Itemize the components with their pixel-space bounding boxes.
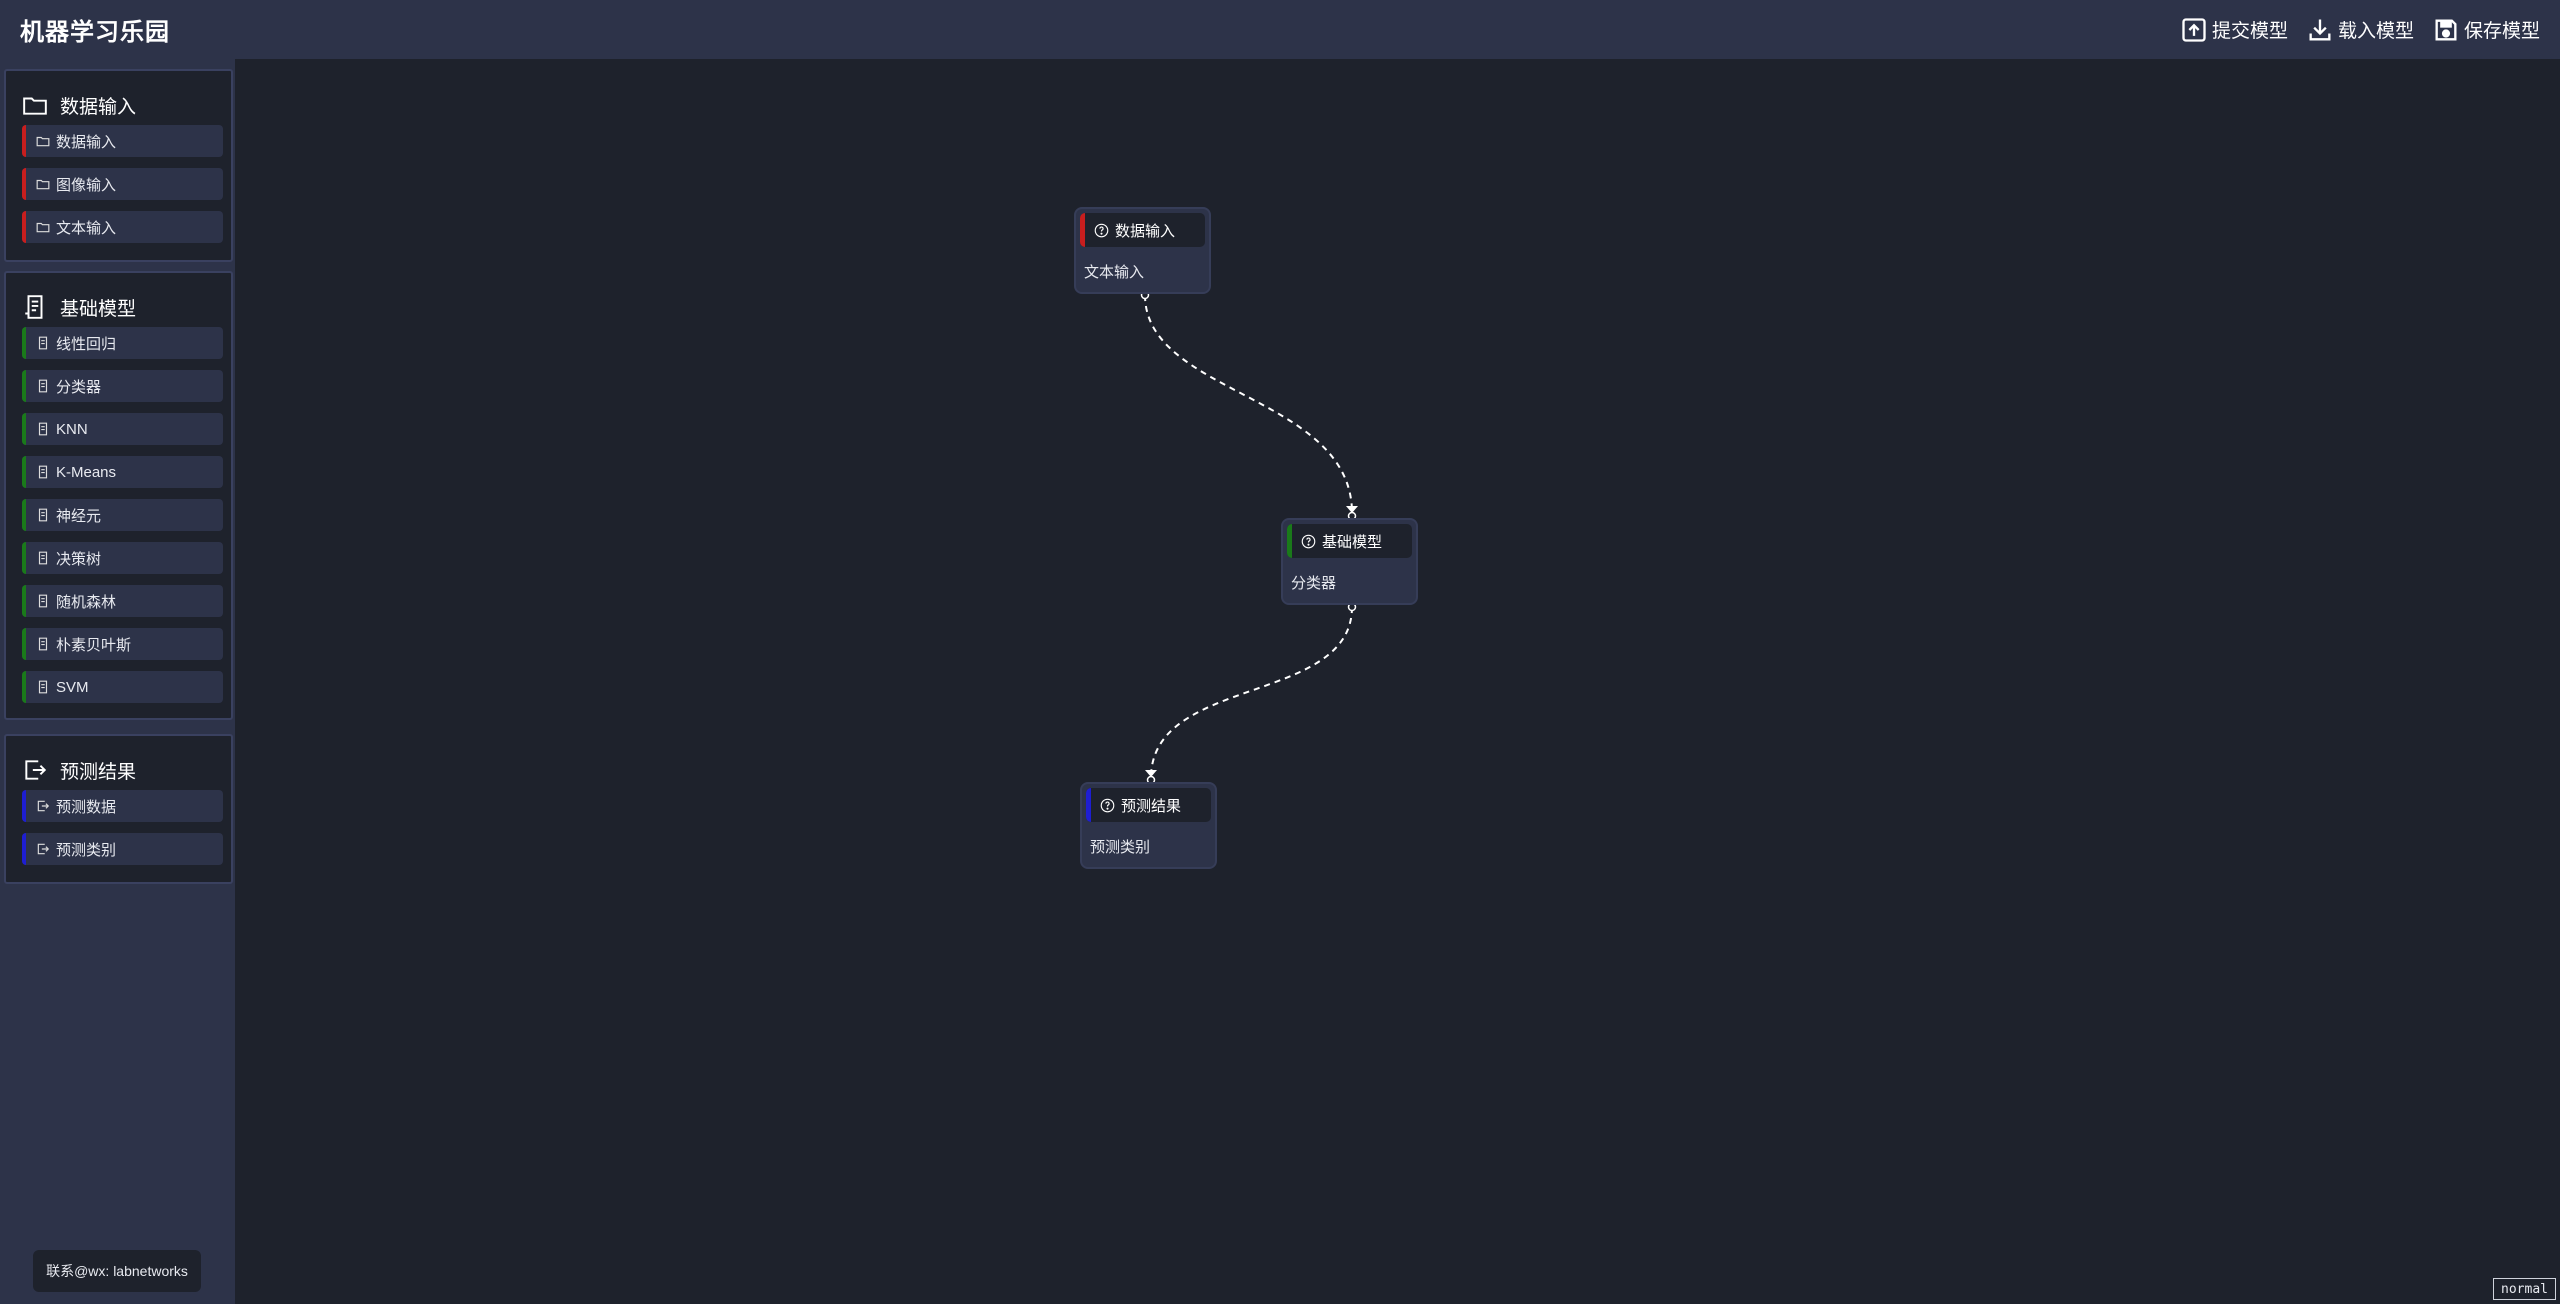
document-icon — [38, 594, 48, 608]
node-label: 分类器 — [1291, 575, 1337, 592]
sidebar-item-label: 神经元 — [56, 507, 102, 525]
sidebar-item-random-forest[interactable]: 随机森林 — [22, 585, 223, 617]
document-icon — [38, 465, 48, 479]
group-basic-models: 基础模型 线性回归 分类器 KNN K-Means 神经元 决策树 随机森林 朴… — [4, 271, 233, 720]
node-label: 预测类别 — [1090, 839, 1151, 856]
export-icon — [37, 800, 50, 812]
flow-node-text-input[interactable]: 数据输入 文本输入 — [1074, 207, 1211, 294]
document-icon — [38, 508, 48, 522]
app-header: 机器学习乐园 提交模型 载入模型 保存模型 — [0, 0, 2560, 59]
document-icon — [38, 637, 48, 651]
sidebar-item-label: 分类器 — [56, 378, 102, 396]
folder-icon — [36, 222, 50, 233]
sidebar-item-classifier[interactable]: 分类器 — [22, 370, 223, 402]
node-label: 文本输入 — [1084, 264, 1145, 281]
save-icon — [2435, 19, 2457, 40]
app-title: 机器学习乐园 — [20, 19, 170, 46]
folder-icon — [36, 179, 50, 190]
help-icon — [1100, 798, 1115, 812]
document-icon — [38, 680, 48, 694]
node-header[interactable]: 基础模型 — [1287, 524, 1412, 558]
sidebar-item-label: 数据输入 — [56, 133, 117, 151]
group-title-data-input: 数据输入 — [60, 96, 137, 118]
group-header-prediction-results: 预测结果 — [6, 750, 231, 790]
sidebar-item-naive-bayes[interactable]: 朴素贝叶斯 — [22, 628, 223, 660]
folder-icon — [23, 97, 47, 115]
sidebar-item-label: 线性回归 — [56, 335, 117, 353]
export-icon — [37, 843, 50, 855]
document-icon — [38, 379, 48, 393]
download-icon — [2309, 19, 2331, 40]
sidebar-item-kmeans[interactable]: K-Means — [22, 456, 223, 488]
export-icon — [25, 760, 47, 780]
save-model-label: 保存模型 — [2463, 21, 2540, 42]
load-model-label: 载入模型 — [2337, 21, 2414, 42]
sidebar-item-label: 预测数据 — [56, 798, 117, 816]
document-icon — [38, 336, 48, 350]
sidebar-item-label: 图像输入 — [56, 176, 117, 194]
load-model-button[interactable]: 载入模型 — [2306, 16, 2414, 44]
group-header-basic-models: 基础模型 — [6, 287, 231, 327]
upload-icon — [2182, 17, 2206, 42]
sidebar-item-image-input[interactable]: 图像输入 — [22, 168, 223, 200]
node-category: 数据输入 — [1115, 222, 1176, 240]
group-data-input: 数据输入 数据输入 图像输入 文本输入 — [4, 69, 233, 262]
sidebar-item-label: 预测类别 — [56, 841, 117, 859]
node-category: 预测结果 — [1121, 797, 1182, 815]
flow-node-classifier[interactable]: 基础模型 分类器 — [1281, 518, 1418, 605]
sidebar-item-prediction-class[interactable]: 预测类别 — [22, 833, 223, 865]
sidebar-item-linear-regression[interactable]: 线性回归 — [22, 327, 223, 359]
mode-indicator: normal — [2493, 1278, 2556, 1300]
sidebar-item-label: 决策树 — [56, 550, 102, 568]
sidebar-item-decision-tree[interactable]: 决策树 — [22, 542, 223, 574]
sidebar-item-data-input[interactable]: 数据输入 — [22, 125, 223, 157]
help-icon — [1094, 223, 1109, 237]
sidebar-item-knn[interactable]: KNN — [22, 413, 223, 445]
node-header[interactable]: 预测结果 — [1086, 788, 1211, 822]
save-model-button[interactable]: 保存模型 — [2432, 16, 2540, 44]
document-icon — [38, 551, 48, 565]
sidebar-item-prediction-data[interactable]: 预测数据 — [22, 790, 223, 822]
group-prediction-results: 预测结果 预测数据 预测类别 — [4, 734, 233, 884]
sidebar-item-label: 文本输入 — [56, 219, 117, 237]
submit-model-label: 提交模型 — [2211, 21, 2288, 42]
sidebar-item-label: KNN — [56, 420, 88, 438]
document-icon — [25, 295, 43, 319]
group-title-prediction-results: 预测结果 — [60, 761, 137, 783]
group-header-data-input: 数据输入 — [6, 85, 231, 125]
sidebar-item-label: K-Means — [56, 463, 117, 481]
sidebar-item-label: 朴素贝叶斯 — [56, 636, 132, 654]
flow-node-prediction-class[interactable]: 预测结果 预测类别 — [1080, 782, 1217, 869]
sidebar-item-svm[interactable]: SVM — [22, 671, 223, 703]
document-icon — [38, 422, 48, 436]
sidebar-item-label: SVM — [56, 678, 89, 696]
sidebar-item-neuron[interactable]: 神经元 — [22, 499, 223, 531]
node-header[interactable]: 数据输入 — [1080, 213, 1205, 247]
toolbar: 提交模型 载入模型 保存模型 — [2180, 16, 2540, 44]
help-icon — [1301, 534, 1316, 548]
sidebar-item-label: 随机森林 — [56, 593, 117, 611]
sidebar: 数据输入 数据输入 图像输入 文本输入 基础模型 线性回归 分类器 KNN K-… — [0, 59, 235, 1304]
group-title-basic-models: 基础模型 — [60, 298, 137, 320]
flow-canvas[interactable] — [235, 59, 2560, 1304]
sidebar-item-text-input[interactable]: 文本输入 — [22, 211, 223, 243]
node-category: 基础模型 — [1322, 533, 1383, 551]
submit-model-button[interactable]: 提交模型 — [2180, 16, 2288, 44]
folder-icon — [36, 136, 50, 147]
contact-info: 联系@wx: labnetworks — [33, 1250, 201, 1292]
